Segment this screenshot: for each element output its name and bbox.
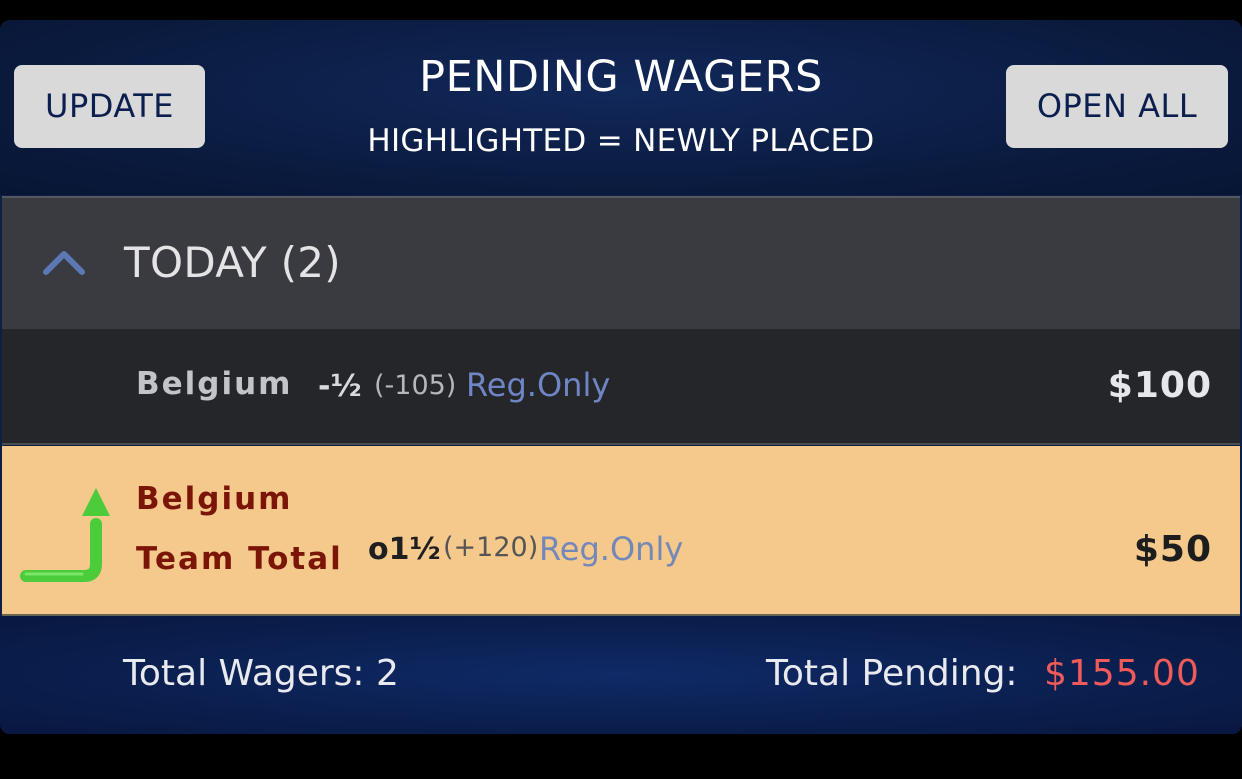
total-pending-value: $155.00	[1044, 653, 1200, 694]
wager-odds: (+120)	[443, 532, 539, 563]
total-wagers-value: 2	[376, 653, 399, 694]
open-all-button[interactable]: OPEN ALL	[1006, 65, 1228, 148]
total-pending-label: Total Pending:	[766, 653, 1018, 694]
wager-rule: Reg.Only	[539, 530, 684, 568]
wager-team-line2: Team Total	[136, 541, 343, 577]
total-wagers-label: Total Wagers:	[123, 653, 365, 694]
wager-row[interactable]: Belgium -½ (-105) Reg.Only $100	[2, 329, 1240, 445]
wager-odds: (-105)	[374, 370, 457, 401]
section-title: TODAY (2)	[124, 238, 341, 287]
new-wager-arrow-icon	[20, 488, 110, 582]
wager-line: -½	[318, 369, 362, 404]
wager-amount: $50	[1133, 529, 1212, 570]
wager-rule: Reg.Only	[466, 366, 611, 404]
pending-wagers-panel: UPDATE PENDING WAGERS HIGHLIGHTED = NEWL…	[0, 20, 1242, 734]
wager-line: o1½	[368, 532, 441, 567]
wager-team: Belgium	[136, 481, 293, 517]
section-toggle-today[interactable]: TODAY (2)	[2, 196, 1240, 330]
header: UPDATE PENDING WAGERS HIGHLIGHTED = NEWL…	[0, 20, 1242, 195]
total-wagers: Total Wagers: 2	[123, 653, 399, 694]
chevron-up-icon	[43, 251, 85, 275]
summary-footer: Total Wagers: 2 Total Pending: $155.00	[0, 616, 1242, 734]
wager-team: Belgium	[136, 366, 293, 402]
wager-amount: $100	[1107, 365, 1212, 406]
wager-row-highlighted[interactable]: Belgium Team Total o1½ (+120) Reg.Only $…	[2, 446, 1240, 616]
